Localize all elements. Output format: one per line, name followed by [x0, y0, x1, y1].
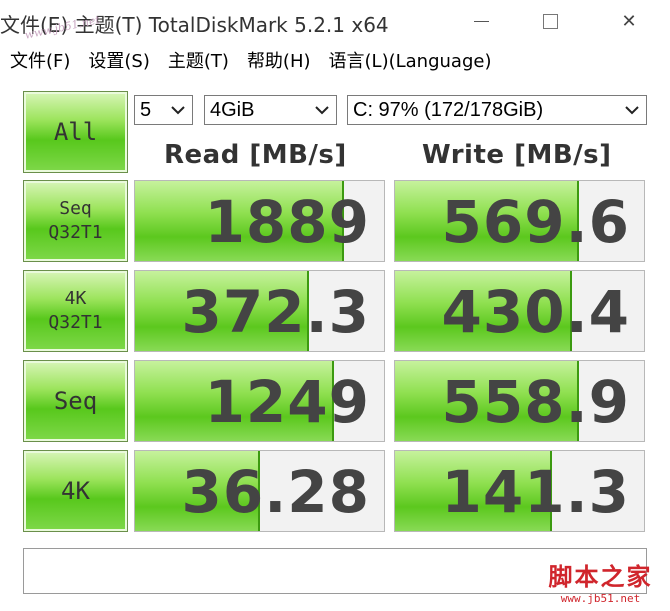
- 4k-button[interactable]: 4K: [23, 450, 128, 532]
- all-button[interactable]: All: [23, 91, 128, 173]
- 4k-q32t1-read-value: 372.3: [181, 278, 370, 346]
- minimize-button[interactable]: [458, 6, 504, 36]
- menu-help[interactable]: 帮助(H): [247, 47, 311, 73]
- menu-theme[interactable]: 主题(T): [168, 47, 229, 73]
- watermark-cn: 脚本之家: [548, 562, 653, 591]
- seq-q32t1-write-cell: 569.6: [394, 180, 645, 262]
- title-bar: 文件(E) 主题(T) TotalDiskMark 5.2.1 x64 www.…: [0, 0, 670, 44]
- 4k-write-cell: 141.3: [394, 450, 645, 532]
- menu-language[interactable]: 语言(L)(Language): [329, 47, 492, 73]
- close-button[interactable]: ✕: [606, 6, 652, 36]
- test-count-select[interactable]: 5: [134, 95, 193, 125]
- seq-q32t1-button[interactable]: Seq Q32T1: [23, 180, 128, 262]
- 4k-q32t1-write-cell: 430.4: [394, 270, 645, 352]
- 4k-read-cell: 36.28: [134, 450, 385, 532]
- test-count-value: 5: [140, 98, 152, 121]
- seq-read-value: 1249: [204, 368, 370, 436]
- seq-read-cell: 1249: [134, 360, 385, 442]
- close-icon: ✕: [621, 10, 637, 32]
- maximize-icon: [542, 13, 558, 29]
- drive-value: C: 97% (172/178GiB): [353, 98, 544, 121]
- seq-q32t1-read-value: 1889: [204, 188, 370, 256]
- 4k-write-value: 141.3: [441, 458, 630, 526]
- chevron-down-icon: [315, 106, 329, 115]
- 4k-q32t1-button[interactable]: 4K Q32T1: [23, 270, 128, 352]
- seq-button[interactable]: Seq: [23, 360, 128, 442]
- write-header: Write [MB/s]: [422, 140, 612, 170]
- menu-bar: 文件(F) 设置(S) 主题(T) 帮助(H) 语言(L)(Language): [0, 44, 670, 76]
- chevron-down-icon: [171, 106, 185, 115]
- 4k-q32t1-read-cell: 372.3: [134, 270, 385, 352]
- seq-write-cell: 558.9: [394, 360, 645, 442]
- seq-q32t1-write-value: 569.6: [441, 188, 630, 256]
- 4k-q32t1-write-value: 430.4: [441, 278, 630, 346]
- minimize-icon: [473, 20, 489, 22]
- menu-file[interactable]: 文件(F): [10, 47, 70, 73]
- drive-select[interactable]: C: 97% (172/178GiB): [347, 95, 647, 125]
- benchmark-panel: All 5 4GiB C: 97% (172/178GiB) Read [MB/…: [10, 80, 662, 604]
- seq-q32t1-read-cell: 1889: [134, 180, 385, 262]
- chevron-down-icon: [625, 106, 639, 115]
- read-header: Read [MB/s]: [164, 140, 347, 170]
- test-size-value: 4GiB: [210, 98, 255, 121]
- seq-write-value: 558.9: [441, 368, 630, 436]
- menu-settings[interactable]: 设置(S): [88, 47, 149, 73]
- 4k-read-value: 36.28: [181, 458, 370, 526]
- maximize-button[interactable]: [527, 6, 573, 36]
- watermark-url: www.jb51.net: [560, 592, 641, 605]
- watermark-logo: 脚本之家 www.jb51.net: [538, 557, 663, 607]
- test-size-select[interactable]: 4GiB: [204, 95, 337, 125]
